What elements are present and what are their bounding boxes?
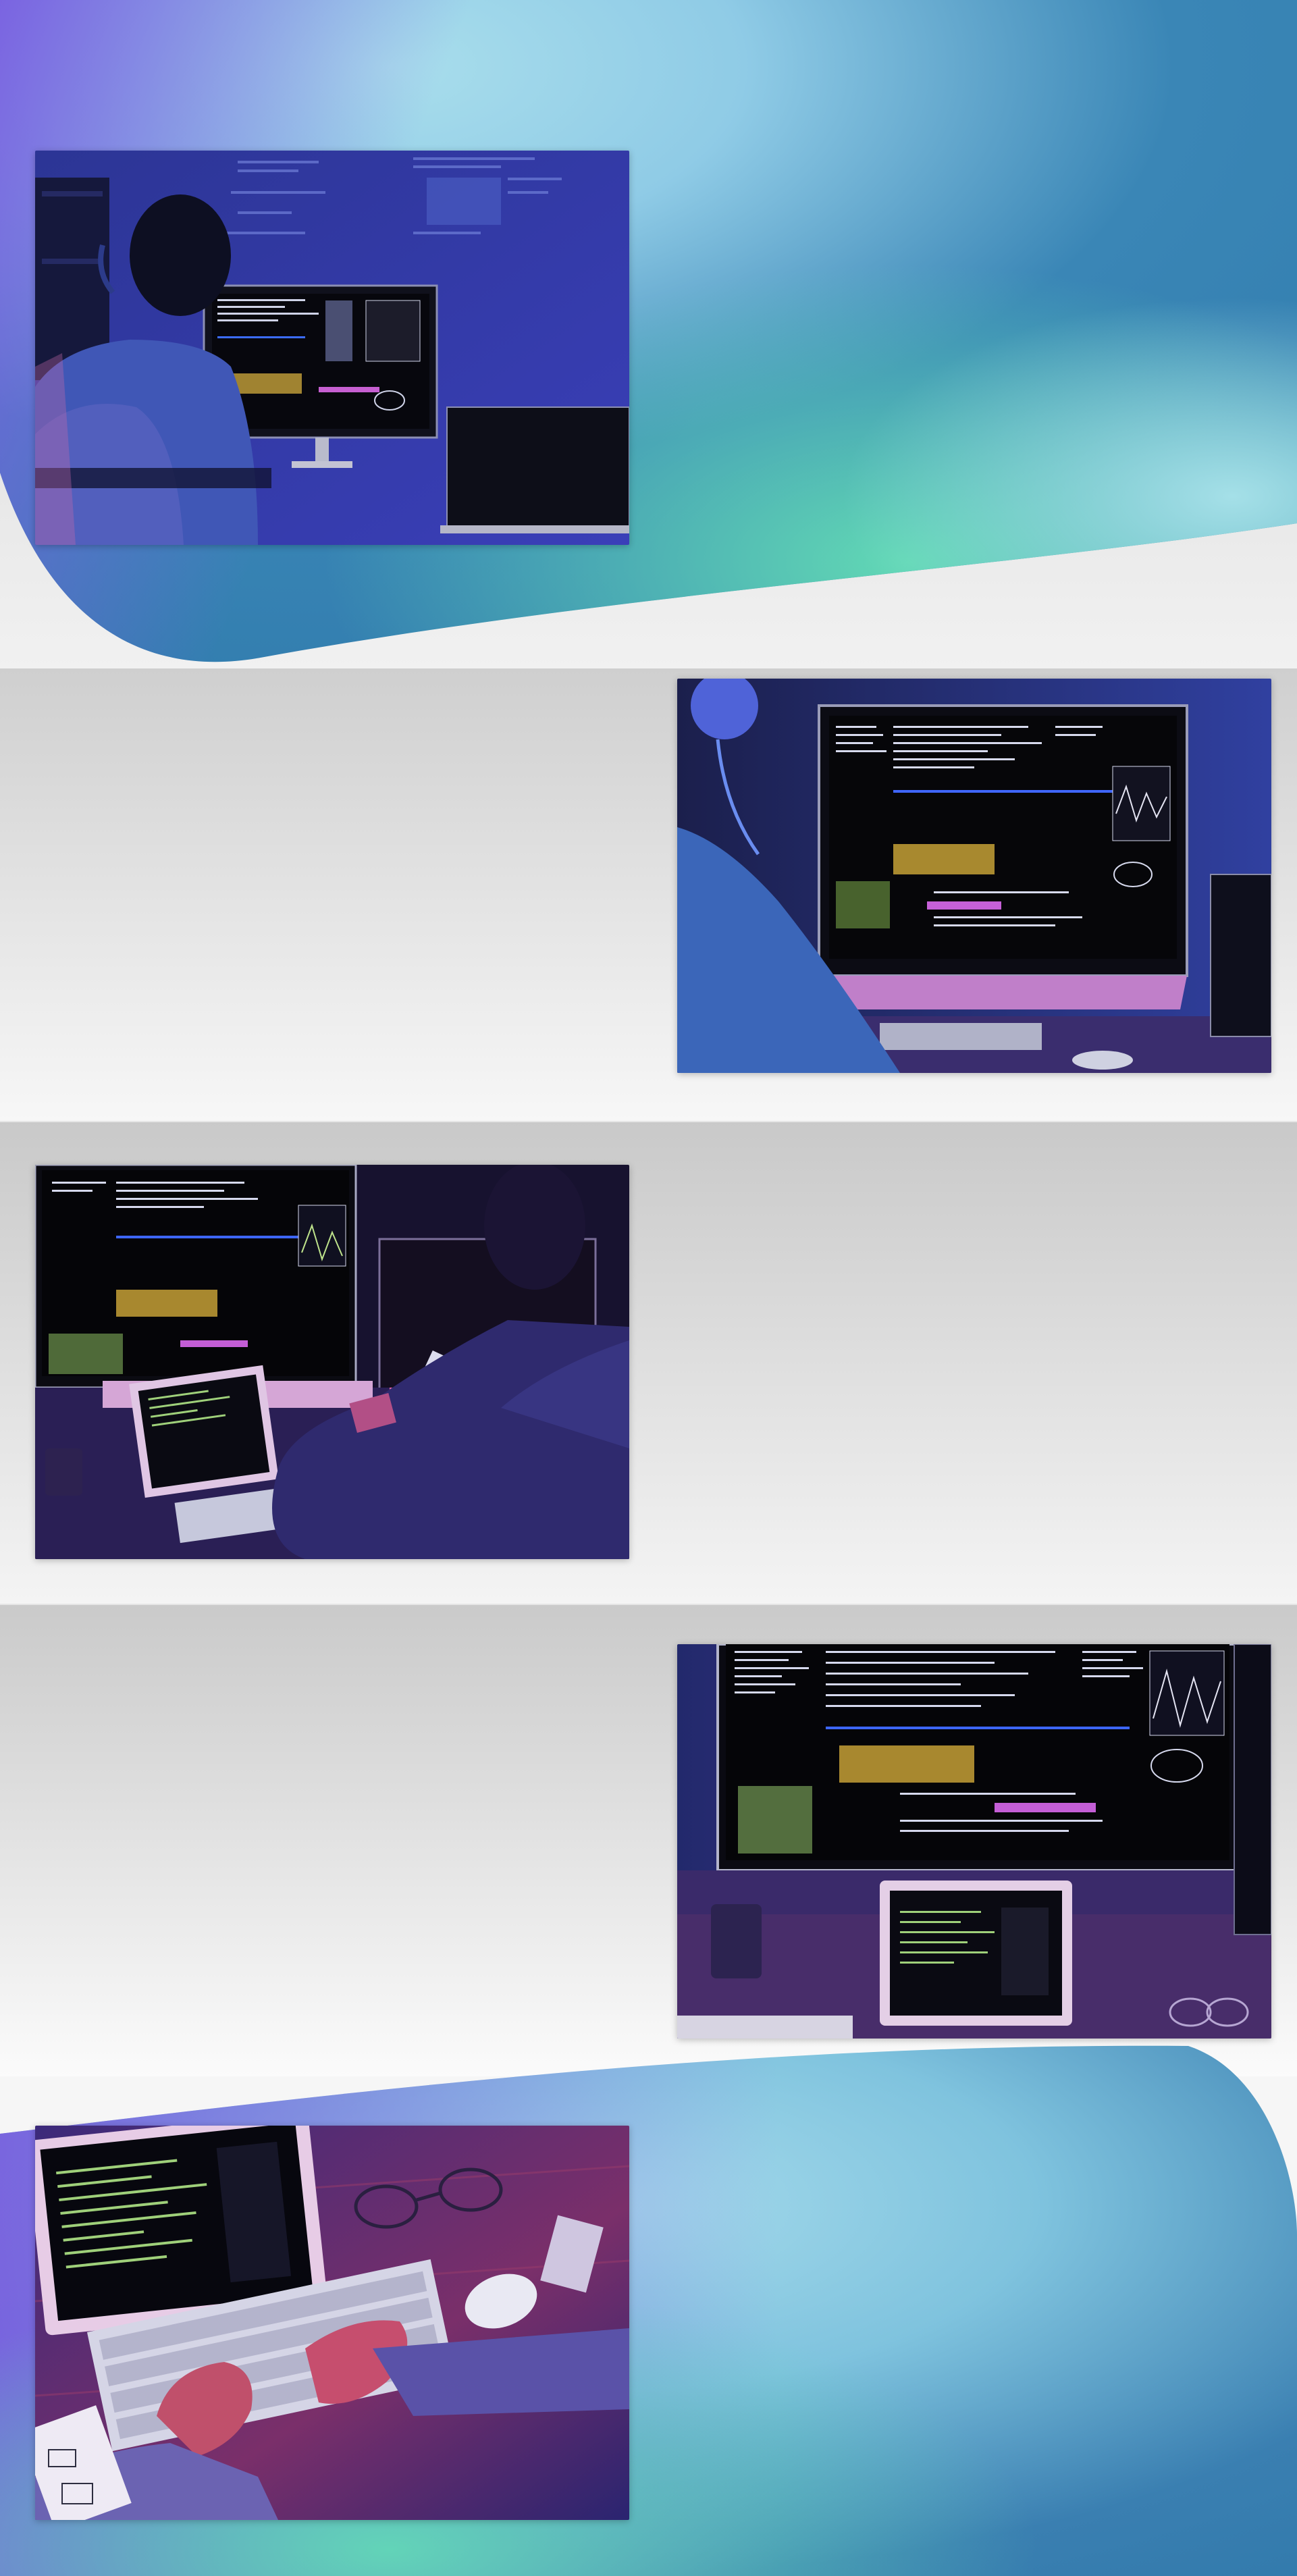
developer-coding-closeup-photo	[677, 679, 1271, 1073]
section-divider	[0, 1604, 1297, 1605]
hands-typing-keyboard-photo	[35, 2126, 629, 2520]
section-divider	[0, 1121, 1297, 1122]
developer-with-phone-photo	[35, 1165, 629, 1559]
monitor-and-tablet-code-photo	[677, 1644, 1271, 2039]
developer-at-monitor-photo	[35, 151, 629, 545]
